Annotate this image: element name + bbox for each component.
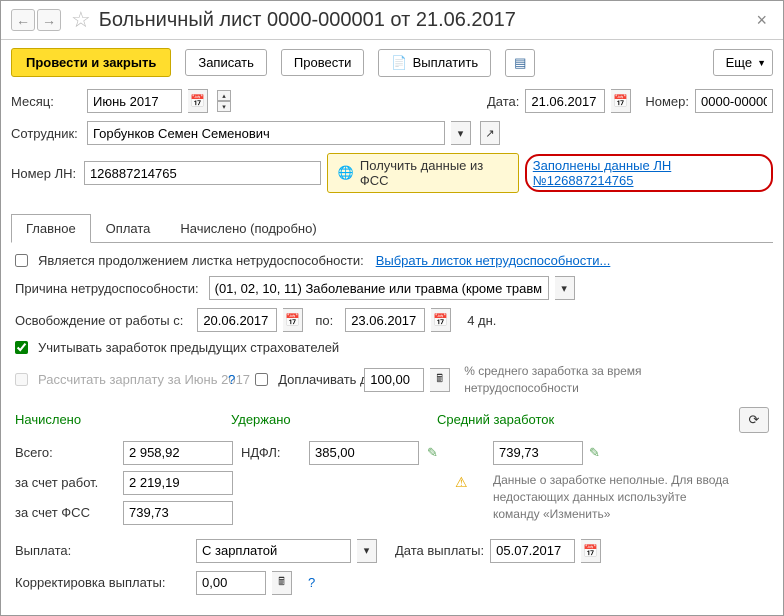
document-icon: 📄	[391, 55, 407, 71]
back-button[interactable]: ←	[11, 9, 35, 31]
toolbar: Провести и закрыть Записать Провести 📄 В…	[1, 40, 783, 85]
calc-salary-checkbox	[15, 373, 28, 386]
tab-main[interactable]: Главное	[11, 214, 91, 243]
fss-input[interactable]	[123, 501, 233, 525]
release-label: Освобождение от работы с:	[15, 313, 183, 328]
total-label: Всего:	[15, 445, 115, 460]
extra-pay-input[interactable]	[364, 368, 424, 392]
prev-insurers-label: Учитывать заработок предыдущих страховат…	[38, 340, 339, 355]
release-to-picker[interactable]: 📅	[431, 308, 451, 332]
help-icon[interactable]: ?	[304, 575, 319, 590]
ndfl-input[interactable]	[309, 441, 419, 465]
month-picker-button[interactable]: 📅	[188, 89, 208, 113]
employee-input[interactable]	[87, 121, 445, 145]
select-sheet-link[interactable]: Выбрать листок нетрудоспособности...	[376, 253, 611, 268]
month-up[interactable]: ▴	[217, 90, 231, 101]
ln-label: Номер ЛН:	[11, 166, 78, 181]
warning-icon: ⚠	[455, 474, 485, 491]
employee-dropdown[interactable]: ▾	[451, 121, 471, 145]
more-button[interactable]: Еще ▼	[713, 49, 773, 76]
prev-insurers-checkbox[interactable]	[15, 341, 28, 354]
post-button[interactable]: Провести	[281, 49, 365, 76]
tabs: Главное Оплата Начислено (подробно)	[11, 213, 773, 243]
list-icon: ▤	[514, 55, 526, 71]
extra-pay-label: Доплачивать до	[278, 372, 358, 387]
days-label: 4 дн.	[467, 313, 496, 328]
window-title: Больничный лист 0000-000001 от 21.06.201…	[99, 9, 516, 32]
date-label: Дата:	[487, 94, 519, 109]
fss-label: за счет ФСС	[15, 505, 115, 520]
release-from-picker[interactable]: 📅	[283, 308, 303, 332]
employee-label: Сотрудник:	[11, 126, 81, 141]
total-input[interactable]	[123, 441, 233, 465]
continuation-checkbox[interactable]	[15, 254, 28, 267]
pay-date-picker[interactable]: 📅	[581, 539, 601, 563]
pay-button[interactable]: 📄 Выплатить	[378, 49, 491, 77]
continuation-label: Является продолжением листка нетрудоспос…	[38, 253, 364, 268]
calendar-icon: 📅	[433, 313, 448, 327]
calendar-icon: 📅	[583, 544, 598, 558]
payment-label: Выплата:	[15, 543, 190, 558]
calc-salary-label: Рассчитать зарплату за Июнь 2017	[38, 372, 218, 387]
reason-label: Причина нетрудоспособности:	[15, 281, 199, 296]
employer-input[interactable]	[123, 471, 233, 495]
globe-icon: 🌐	[338, 165, 354, 181]
ln-input[interactable]	[84, 161, 321, 185]
withheld-header: Удержано	[231, 412, 431, 427]
month-label: Месяц:	[11, 94, 81, 109]
accrued-header: Начислено	[15, 412, 225, 427]
refresh-icon: ⟳	[749, 412, 760, 428]
close-icon[interactable]: ×	[750, 10, 773, 31]
fss-label: Получить данные из ФСС	[360, 158, 508, 188]
help-icon[interactable]: ?	[224, 372, 239, 387]
save-button[interactable]: Записать	[185, 49, 267, 76]
month-down[interactable]: ▾	[217, 101, 231, 112]
pay-label: Выплатить	[413, 55, 479, 70]
date-input[interactable]	[525, 89, 605, 113]
titlebar: ← → ☆ Больничный лист 0000-000001 от 21.…	[1, 1, 783, 40]
reason-input[interactable]	[209, 276, 549, 300]
pay-date-input[interactable]	[490, 539, 575, 563]
payment-dropdown[interactable]: ▾	[357, 539, 377, 563]
filled-data-link[interactable]: Заполнены данные ЛН №126887214765	[525, 154, 773, 192]
tab-main-body: Является продолжением листка нетрудоспос…	[1, 243, 783, 613]
month-input[interactable]	[87, 89, 182, 113]
number-label: Номер:	[645, 94, 689, 109]
employee-open-button[interactable]: ↗	[480, 121, 500, 145]
more-label: Еще	[726, 55, 752, 70]
warning-text: Данные о заработке неполные. Для ввода н…	[493, 472, 731, 522]
correction-label: Корректировка выплаты:	[15, 575, 190, 590]
percent-text: % среднего заработка за время нетрудоспо…	[464, 363, 684, 397]
get-fss-button[interactable]: 🌐 Получить данные из ФСС	[327, 153, 519, 193]
pencil-icon[interactable]: ✎	[589, 445, 600, 461]
payment-input[interactable]	[196, 539, 351, 563]
release-to-label: по:	[315, 313, 333, 328]
favorite-icon[interactable]: ☆	[71, 7, 91, 33]
ndfl-label: НДФЛ:	[241, 445, 301, 460]
extra-pay-checkbox[interactable]	[255, 373, 268, 386]
refresh-button[interactable]: ⟳	[739, 407, 769, 433]
correction-calc[interactable]: 🖩	[272, 571, 292, 595]
release-from-input[interactable]	[197, 308, 277, 332]
release-to-input[interactable]	[345, 308, 425, 332]
number-input[interactable]	[695, 89, 773, 113]
tab-pay[interactable]: Оплата	[91, 214, 166, 243]
report-button[interactable]: ▤	[505, 49, 535, 77]
extra-pay-calc[interactable]: 🖩	[430, 368, 450, 392]
calendar-icon: 📅	[190, 94, 205, 108]
pencil-icon[interactable]: ✎	[427, 445, 447, 461]
reason-dropdown[interactable]: ▾	[555, 276, 575, 300]
forward-button[interactable]: →	[37, 9, 61, 31]
correction-input[interactable]	[196, 571, 266, 595]
chevron-down-icon: ▼	[757, 58, 766, 68]
avg-input[interactable]	[493, 441, 583, 465]
date-picker-button[interactable]: 📅	[611, 89, 631, 113]
employer-label: за счет работ.	[15, 475, 115, 490]
calendar-icon: 📅	[613, 94, 628, 108]
pay-date-label: Дата выплаты:	[395, 543, 484, 558]
avg-header: Средний заработок	[437, 412, 607, 427]
post-close-button[interactable]: Провести и закрыть	[11, 48, 171, 77]
tab-accrued[interactable]: Начислено (подробно)	[165, 214, 331, 243]
calendar-icon: 📅	[285, 313, 300, 327]
